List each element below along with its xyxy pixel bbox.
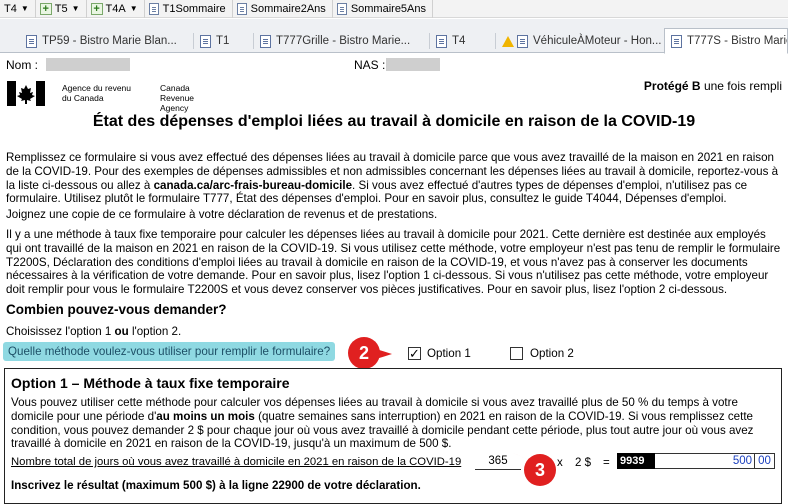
agency-name-fr: Agence du revenu du Canada (62, 83, 131, 103)
intro-paragraph: Remplissez ce formulaire si vous avez ef… (6, 151, 782, 206)
add-icon[interactable]: + (39, 2, 52, 15)
toolbar-item-label: T4A (105, 2, 126, 15)
dropdown-arrow-icon[interactable]: ▼ (21, 4, 29, 13)
document-icon (436, 34, 447, 48)
question-heading: Combien pouvez-vous demander? (6, 302, 227, 317)
choose-option-text: Choisissez l'option 1 ou l'option 2. (6, 325, 181, 338)
agency-name-en: Canada Revenue Agency (160, 83, 195, 113)
choose-text-2: l'option 2. (128, 325, 182, 338)
option1-label: Option 1 (427, 347, 471, 360)
tab-label: TP59 - Bistro Marie Blan... (42, 35, 177, 47)
toolbar-item-sommaire2ans[interactable]: Sommaire2Ans (233, 0, 333, 18)
document-icon (200, 34, 211, 48)
tab-label: T777Grille - Bistro Marie... (276, 35, 411, 47)
option1-paragraph: Vous pouvez utiliser cette méthode pour … (11, 396, 775, 451)
option1-section: Option 1 – Méthode à taux fixe temporair… (4, 368, 782, 504)
canada-flag-logo (7, 81, 45, 106)
nas-field-redacted[interactable] (386, 58, 440, 71)
document-icon (260, 34, 271, 48)
document-icon (671, 34, 682, 48)
toolbar-item-label: T1Sommaire (162, 2, 226, 15)
toolbar-item-label: T5 (54, 2, 68, 15)
warning-icon (502, 35, 514, 47)
result-cents: 00 (754, 454, 774, 468)
toolbar-item-t1sommaire[interactable]: T1Sommaire (145, 0, 233, 18)
tab-label: T777S - Bistro Marie (687, 35, 788, 47)
tab-t1[interactable]: T1 (194, 29, 254, 53)
tab-tp59[interactable]: TP59 - Bistro Marie Blan... (20, 29, 194, 53)
document-icon (517, 34, 528, 48)
option1-footer: Inscrivez le résultat (maximum 500 $) à … (11, 479, 421, 492)
form-document: Nom : NAS : Agence du revenu du Canada C… (0, 54, 788, 504)
option1-text-bold: au moins un mois (156, 409, 255, 423)
option1-checkbox[interactable]: ✓ (408, 347, 421, 360)
tab-t4[interactable]: T4 (430, 29, 496, 53)
nom-label: Nom : (6, 58, 39, 72)
document-icon (26, 34, 37, 48)
method-paragraph: Il y a une méthode à taux fixe temporair… (6, 228, 781, 297)
tab-label: T4 (452, 35, 466, 47)
toolbar-item-label: Sommaire2Ans (250, 2, 326, 15)
tab-t777s[interactable]: T777S - Bistro Marie (664, 28, 788, 54)
days-label: Nombre total de jours où vous avez trava… (11, 456, 462, 468)
option2-label: Option 2 (530, 347, 574, 360)
tab-vehicule-a-moteur[interactable]: VéhiculeÀMoteur - Hon... (496, 29, 662, 53)
protected-b-bold: Protégé B (643, 79, 701, 93)
callout-badge: 2 (348, 337, 380, 369)
tab-t777grille[interactable]: T777Grille - Bistro Marie... (254, 29, 430, 53)
option1-title: Option 1 – Méthode à taux fixe temporair… (11, 375, 290, 391)
toolbar-item-t5[interactable]: + T5 ▼ (36, 0, 87, 18)
line-code-9939: 9939 (617, 453, 655, 469)
tab-bar: TP59 - Bistro Marie Blan... T1 T777Grill… (0, 19, 788, 54)
nas-label: NAS : (354, 58, 386, 72)
attach-paragraph: Joignez une copie de ce formulaire à vot… (6, 208, 438, 221)
add-icon[interactable]: + (90, 2, 103, 15)
method-question-highlight: Quelle méthode voulez-vous utiliser pour… (3, 342, 336, 361)
tab-label: VéhiculeÀMoteur - Hon... (533, 35, 662, 47)
nom-field-redacted[interactable] (46, 58, 130, 71)
toolbar-item-label: T4 (4, 2, 17, 15)
protected-b-rest: une fois rempli (703, 79, 782, 93)
toolbar-item-sommaire5ans[interactable]: Sommaire5Ans (333, 0, 434, 18)
rate-value: 2 $ (575, 457, 591, 469)
dropdown-arrow-icon[interactable]: ▼ (130, 4, 138, 13)
option2-checkbox[interactable] (510, 347, 523, 360)
choose-or: ou (114, 325, 129, 338)
multiply-sign: x (557, 457, 563, 469)
tab-label: T1 (216, 35, 230, 47)
dropdown-arrow-icon[interactable]: ▼ (72, 4, 80, 13)
result-field[interactable]: 500 00 (655, 453, 775, 469)
callout-badge: 3 (524, 454, 556, 486)
form-title: État des dépenses d'emploi liées au trav… (92, 113, 696, 130)
toolbar-item-t4a[interactable]: + T4A ▼ (87, 0, 145, 18)
toolbar: T4 ▼ + T5 ▼ + T4A ▼ T1Sommaire Sommaire2… (0, 0, 788, 18)
equals-sign: = (603, 457, 610, 469)
result-dollars: 500 (732, 455, 752, 467)
protected-b-label: Protégé B une fois rempli (644, 79, 782, 93)
toolbar-item-label: Sommaire5Ans (350, 2, 427, 15)
document-icon (236, 2, 247, 15)
choose-text-1: Choisissez l'option 1 (6, 325, 115, 338)
document-icon (148, 2, 159, 15)
toolbar-item-t4[interactable]: T4 ▼ (0, 0, 36, 18)
intro-link[interactable]: canada.ca/arc-frais-bureau-domicile (154, 179, 352, 192)
document-icon (336, 2, 347, 15)
